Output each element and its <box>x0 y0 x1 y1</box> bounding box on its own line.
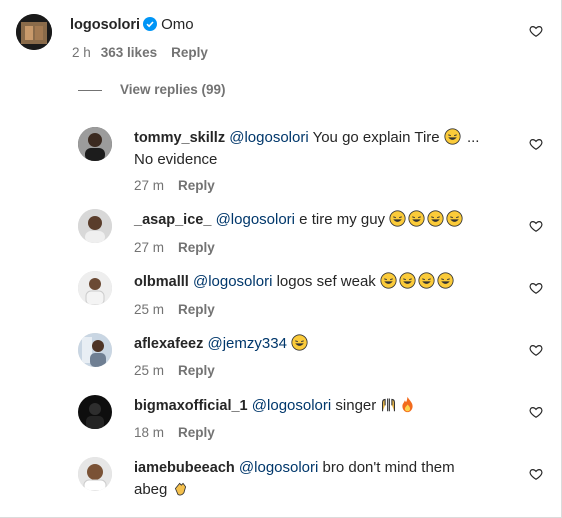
laughing-emoji-icon <box>427 210 444 227</box>
reply-button[interactable]: Reply <box>178 363 215 378</box>
comment-username[interactable]: olbmalll <box>134 274 189 290</box>
comment-meta: 27 m Reply <box>134 178 215 193</box>
avatar[interactable] <box>78 395 112 429</box>
reply-comment: _asap_ice_ @logosolori e tire my guy <box>134 209 524 231</box>
laughing-emoji-icon <box>291 334 308 351</box>
view-replies-label: View replies (99) <box>120 82 226 97</box>
fire-emoji-icon <box>402 396 414 413</box>
avatar[interactable] <box>78 209 112 243</box>
comment-username[interactable]: tommy_skillz <box>134 130 225 146</box>
comment-time: 18 m <box>134 425 165 440</box>
comment-text-line2: No evidence <box>134 151 218 168</box>
comment-username[interactable]: iamebubeeach <box>134 460 235 476</box>
comment-text-suffix: ... <box>462 129 480 146</box>
comment-time: 27 m <box>134 178 165 193</box>
comment-text-line2: abeg <box>134 481 172 498</box>
raised-hands-emoji-icon <box>382 398 396 412</box>
reply-button[interactable]: Reply <box>171 45 208 60</box>
comment-text: Omo <box>161 16 194 33</box>
comment-meta: 25 m Reply <box>134 363 215 378</box>
comments-panel: logosolori Omo 2 h 363 likes Reply View rep… <box>0 0 562 518</box>
comment-meta: 2 h 363 likes Reply <box>72 45 208 60</box>
avatar[interactable] <box>16 14 52 50</box>
laughing-emoji-icon <box>389 210 406 227</box>
comment-username[interactable]: _asap_ice_ <box>134 212 211 228</box>
reply-comment: tommy_skillz @logosolori You go explain … <box>134 127 524 170</box>
mention-link[interactable]: @logosolori <box>239 459 318 476</box>
comment-text: e tire my guy <box>295 211 390 228</box>
comment-username[interactable]: aflexafeez <box>134 336 203 352</box>
verified-badge-icon <box>143 17 158 31</box>
mention-link[interactable]: @logosolori <box>193 273 272 290</box>
laughing-emoji-icon <box>418 272 435 289</box>
comment-time: 27 m <box>134 240 165 255</box>
mention-link[interactable]: @jemzy334 <box>208 335 287 352</box>
comment-meta: 18 m Reply <box>134 425 215 440</box>
heart-outline-icon[interactable] <box>529 467 543 481</box>
reply-button[interactable]: Reply <box>178 178 215 193</box>
heart-outline-icon[interactable] <box>529 343 543 357</box>
avatar[interactable] <box>78 271 112 305</box>
avatar[interactable] <box>78 457 112 491</box>
laughing-emoji-icon <box>399 272 416 289</box>
mention-link[interactable]: @logosolori <box>252 397 331 414</box>
reply-button[interactable]: Reply <box>178 240 215 255</box>
comment-text: You go explain Tire <box>308 129 440 146</box>
reply-comment: iamebubeeach @logosolori bro don't mind … <box>134 457 524 500</box>
reply-button[interactable]: Reply <box>178 425 215 440</box>
heart-outline-icon[interactable] <box>529 281 543 295</box>
comment-text: singer <box>331 397 381 414</box>
main-comment-line: logosolori Omo <box>70 14 194 35</box>
reply-comment: aflexafeez @jemzy334 <box>134 333 524 355</box>
laughing-emoji-icon <box>444 128 461 145</box>
reply-button[interactable]: Reply <box>178 302 215 317</box>
divider-line <box>78 89 102 91</box>
laughing-emoji-icon <box>380 272 397 289</box>
comment-time: 25 m <box>134 302 165 317</box>
comment-username[interactable]: logosolori <box>70 17 140 33</box>
comment-username[interactable]: bigmaxofficial_1 <box>134 398 248 414</box>
laughing-emoji-icon <box>446 210 463 227</box>
laughing-emoji-icon <box>437 272 454 289</box>
clapping-hands-emoji-icon <box>174 482 186 496</box>
comment-meta: 25 m Reply <box>134 302 215 317</box>
like-count[interactable]: 363 likes <box>101 45 157 60</box>
comment-time: 2 h <box>72 45 91 60</box>
heart-outline-icon[interactable] <box>529 24 543 38</box>
avatar[interactable] <box>78 127 112 161</box>
view-replies-button[interactable]: View replies (99) <box>78 82 226 97</box>
comment-text: bro don't mind them <box>318 459 455 476</box>
reply-comment: bigmaxofficial_1 @logosolori singer <box>134 395 524 417</box>
heart-outline-icon[interactable] <box>529 219 543 233</box>
heart-outline-icon[interactable] <box>529 137 543 151</box>
comment-time: 25 m <box>134 363 165 378</box>
comment-text: logos sef weak <box>272 273 380 290</box>
avatar[interactable] <box>78 333 112 367</box>
mention-link[interactable]: @logosolori <box>229 129 308 146</box>
laughing-emoji-icon <box>408 210 425 227</box>
comment-meta: 27 m Reply <box>134 240 215 255</box>
reply-comment: olbmalll @logosolori logos sef weak <box>134 271 524 293</box>
mention-link[interactable]: @logosolori <box>216 211 295 228</box>
heart-outline-icon[interactable] <box>529 405 543 419</box>
